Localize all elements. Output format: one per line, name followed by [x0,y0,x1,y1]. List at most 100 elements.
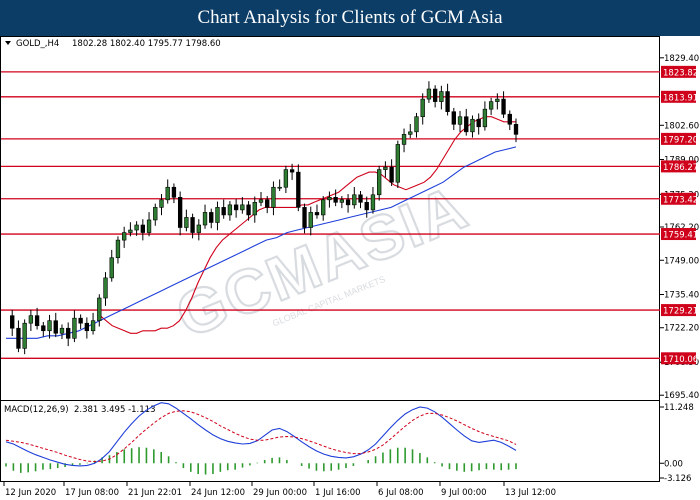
candle-body [314,212,320,216]
candle-body [308,212,313,228]
candle-body [265,199,270,208]
candle-body [513,123,519,135]
level-label: 1786.27 [663,163,698,173]
candle-body [140,224,145,233]
symbol-header: GOLD_,H4 1802.28 1802.40 1795.77 1798.60 [5,39,221,49]
candle-body [464,116,469,133]
candle-body [59,327,65,334]
banner-title: Chart Analysis for Clients of GCM Asia [197,7,503,28]
candle-body [451,111,456,125]
candle-body [90,320,96,332]
candle-body [439,91,444,102]
candle-body [10,315,15,329]
candle-body [345,199,351,206]
time-tick-label: 17 Jun 08:00 [65,488,119,498]
candle-body [41,325,46,332]
candle-body [202,212,208,226]
chart-canvas[interactable]: GCMASIA GLOBAL CAPITAL MARKETS GOLD_,H4 … [0,36,700,500]
macd-header: MACD(12,26,9) 2.381 3.495 -1.113 [4,405,155,415]
candle-body [209,212,214,223]
macd-tick-label: -3.126 [664,474,691,484]
price-tick-label: 1802.60 [664,121,699,131]
candle-body [408,131,413,135]
candle-body [277,186,282,189]
candle-body [246,204,251,216]
time-tick-label: 6 Jul 08:00 [378,488,424,498]
candle-body [66,327,71,339]
candle-body [501,98,506,115]
macd-label: MACD(12,26,9) [4,405,69,415]
candle-body [327,197,332,201]
triangle-down-icon[interactable] [5,41,11,45]
candle-body [432,88,438,102]
candle-body [476,118,481,128]
candle-body [47,320,52,332]
candle-body [134,224,139,231]
price-tick-label: 1749.00 [664,256,699,266]
candle-body [482,108,488,128]
symbol-label: GOLD_,H4 [16,39,59,49]
macd-tick-label: 11.248 [664,403,694,413]
price-tick-label: 1695.40 [664,391,699,401]
candle-body [84,322,90,332]
time-tick-label: 1 Jul 16:00 [315,488,361,498]
candle-body [78,317,83,324]
candle-body [22,322,27,349]
candle-body [215,207,220,223]
candle-body [252,202,257,216]
candle-body [377,169,382,196]
candle-body [339,199,345,203]
candle-body [153,207,158,221]
candle-body [470,118,475,133]
time-tick-label: 21 Jun 22:01 [128,488,182,498]
level-label: 1773.42 [663,195,698,205]
candle-body [233,204,239,211]
candle-body [146,219,152,233]
candle-body [53,320,58,334]
candle-body [296,171,301,208]
candle-body [184,217,189,228]
ohlc-values: 1802.28 1802.40 1795.77 1798.60 [72,39,221,49]
candle-body [364,202,369,211]
candle-body [128,229,133,233]
candle-body [190,217,195,233]
candle-body [258,199,264,203]
candle-body [97,297,102,321]
candle-body [271,186,276,208]
candle-body [289,169,295,173]
signal-line [5,410,517,463]
candle-body [445,91,450,112]
candle-body [122,232,127,241]
candle-body [115,239,121,259]
candle-body [103,277,108,299]
candle-body [395,144,400,183]
level-label: 1710.06 [663,355,698,365]
macd-histogram [5,447,517,475]
candle-body [221,207,226,216]
time-tick-label: 29 Jun 00:00 [253,488,307,498]
candle-body [401,134,407,145]
candle-body [177,197,183,228]
candle-body [321,199,326,216]
candle-body [240,204,245,211]
level-label: 1797.20 [663,135,698,145]
candle-body [159,199,164,208]
candle-body [507,113,512,125]
candle-body [333,197,338,203]
price-axis-background [660,36,700,500]
title-banner: Chart Analysis for Clients of GCM Asia [0,0,700,36]
candle-body [165,186,170,201]
candle-body [414,116,419,133]
candle-body [196,224,201,233]
candle-body [358,194,363,203]
price-pane-frame [0,36,660,401]
macd-tick-label: 0.00 [664,459,683,469]
candle-body [28,315,34,324]
candle-body [383,166,388,170]
candle-body [420,98,425,118]
price-tick-label: 1735.40 [664,290,699,300]
candle-body [16,327,21,349]
time-tick-label: 9 Jul 00:00 [441,488,487,498]
candle-body [109,257,114,279]
candle-body [283,169,289,188]
